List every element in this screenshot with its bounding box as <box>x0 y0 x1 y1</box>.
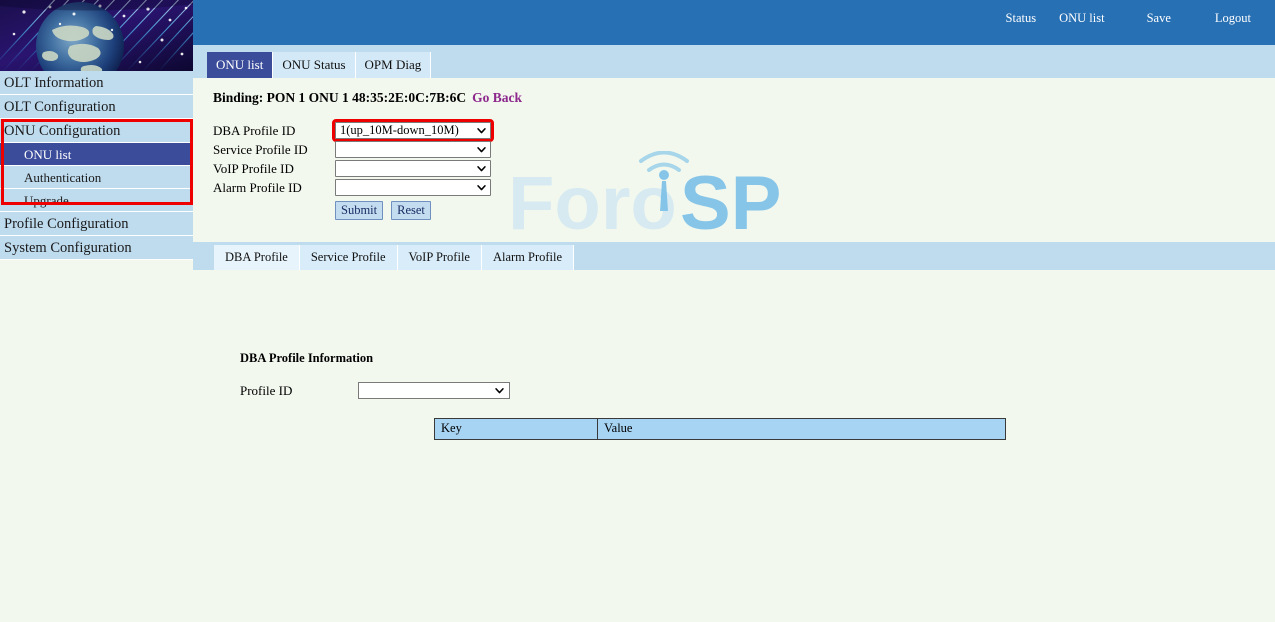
form-buttons: Submit Reset <box>335 201 491 220</box>
go-back-link[interactable]: Go Back <box>472 90 522 105</box>
column-header-key: Key <box>435 419 598 440</box>
table-header-row: Key Value <box>435 419 1006 440</box>
tab-dba-profile[interactable]: DBA Profile <box>214 245 300 270</box>
sidebar-label: Profile Configuration <box>4 216 128 232</box>
sidebar-item-profile-configuration[interactable]: Profile Configuration <box>0 212 193 236</box>
top-tab-strip: ONU list ONU Status OPM Diag <box>193 45 1275 78</box>
select-value: 1(up_10M-down_10M) <box>340 123 459 137</box>
header-nav-links: Status ONU list Save Logout <box>1006 11 1275 26</box>
sidebar-item-onu-configuration[interactable]: ONU Configuration <box>0 119 193 143</box>
svg-text:Foro: Foro <box>508 161 677 246</box>
form-row-service-profile: Service Profile ID <box>213 140 491 159</box>
header-link-onu-list[interactable]: ONU list <box>1059 11 1105 26</box>
tab-service-profile[interactable]: Service Profile <box>300 245 398 270</box>
sidebar-nav: OLT Information OLT Configuration ONU Co… <box>0 71 193 260</box>
panel-title: DBA Profile Information <box>240 351 373 366</box>
select-alarm-profile-id[interactable] <box>335 179 491 196</box>
sidebar-label: OLT Information <box>4 75 103 91</box>
tab-alarm-profile[interactable]: Alarm Profile <box>482 245 574 270</box>
header-link-logout[interactable]: Logout <box>1215 11 1251 26</box>
sidebar-label: OLT Configuration <box>4 99 116 115</box>
tab-onu-status[interactable]: ONU Status <box>273 52 355 78</box>
sidebar-label: System Configuration <box>4 240 132 256</box>
reset-button[interactable]: Reset <box>391 201 431 220</box>
column-header-value: Value <box>598 419 1006 440</box>
top-header-bar: Status ONU list Save Logout <box>193 0 1275 45</box>
sidebar-item-onu-list[interactable]: ONU list <box>0 143 193 166</box>
tab-voip-profile[interactable]: VoIP Profile <box>398 245 482 270</box>
banner-globe-image <box>0 0 193 71</box>
sidebar-label: ONU Configuration <box>4 123 120 139</box>
header-link-save[interactable]: Save <box>1147 11 1171 26</box>
chevron-down-icon <box>477 166 486 172</box>
olt-management-page: OLT Information OLT Configuration ONU Co… <box>0 0 1275 622</box>
tab-opm-diag[interactable]: OPM Diag <box>356 52 432 78</box>
label-alarm-profile-id: Alarm Profile ID <box>213 180 335 196</box>
dba-profile-panel: DBA Profile Information Profile ID Key V… <box>193 270 1275 622</box>
select-service-profile-id[interactable] <box>335 141 491 158</box>
sidebar-item-upgrade[interactable]: Upgrade <box>0 189 193 212</box>
label-service-profile-id: Service Profile ID <box>213 142 335 158</box>
select-dba-profile-id[interactable]: 1(up_10M-down_10M) <box>335 122 491 139</box>
binding-text: Binding: PON 1 ONU 1 48:35:2E:0C:7B:6C <box>213 90 466 105</box>
form-row-dba-profile: DBA Profile ID 1(up_10M-down_10M) <box>213 121 491 140</box>
chevron-down-icon <box>477 147 486 153</box>
submit-button[interactable]: Submit <box>335 201 383 220</box>
chevron-down-icon <box>495 388 504 394</box>
header-link-status[interactable]: Status <box>1006 11 1037 26</box>
sidebar-item-authentication[interactable]: Authentication <box>0 166 193 189</box>
sidebar-label: Authentication <box>24 170 101 185</box>
chevron-down-icon <box>477 185 486 191</box>
profile-binding-form: DBA Profile ID 1(up_10M-down_10M) Servic… <box>213 121 491 220</box>
key-value-table: Key Value <box>434 418 1006 440</box>
tab-onu-list[interactable]: ONU list <box>207 52 273 78</box>
select-profile-id[interactable] <box>358 382 510 399</box>
label-dba-profile-id: DBA Profile ID <box>213 123 335 139</box>
sidebar-item-olt-information[interactable]: OLT Information <box>0 71 193 95</box>
form-row-alarm-profile: Alarm Profile ID <box>213 178 491 197</box>
sidebar-label: Upgrade <box>24 193 69 208</box>
lower-tab-band: DBA Profile Service Profile VoIP Profile… <box>193 242 1275 270</box>
profile-id-row: Profile ID <box>240 382 510 399</box>
svg-text:SP: SP <box>680 161 781 246</box>
onu-configuration-group: ONU Configuration ONU list Authenticatio… <box>0 119 193 212</box>
form-row-voip-profile: VoIP Profile ID <box>213 159 491 178</box>
globe-fiber-graphic <box>0 0 193 71</box>
sidebar-item-system-configuration[interactable]: System Configuration <box>0 236 193 260</box>
table-header: Key Value <box>435 419 1006 440</box>
label-profile-id: Profile ID <box>240 383 358 399</box>
sidebar: OLT Information OLT Configuration ONU Co… <box>0 0 193 622</box>
chevron-down-icon <box>477 128 486 134</box>
binding-info: Binding: PON 1 ONU 1 48:35:2E:0C:7B:6C Go… <box>213 90 522 106</box>
sidebar-item-olt-configuration[interactable]: OLT Configuration <box>0 95 193 119</box>
label-voip-profile-id: VoIP Profile ID <box>213 161 335 177</box>
sidebar-label: ONU list <box>24 147 71 162</box>
main-content: Foro SP Binding: PON 1 ONU 1 48:35:2E:0C… <box>193 78 1275 622</box>
select-voip-profile-id[interactable] <box>335 160 491 177</box>
